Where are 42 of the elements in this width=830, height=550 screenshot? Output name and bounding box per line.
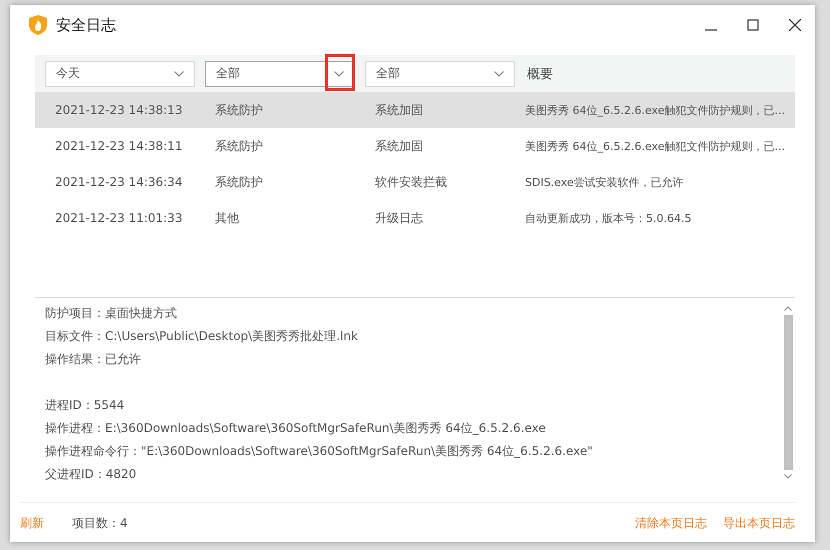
log-row[interactable]: 2021-12-23 14:38:11 系统防护 系统加固 美图秀秀 64位_6.5.2.6.exe触犯文件防护规则，已... xyxy=(35,128,795,164)
scrollbar-thumb[interactable] xyxy=(784,315,792,470)
table-cell-text: 美图秀秀 64位_6.5.2.6.exe触犯文件防护规则，已... xyxy=(525,102,786,118)
log-row[interactable]: 2021-12-23 14:38:13 系统防护 系统加固 美图秀秀 64位_6.5.2.6.exe触犯文件防护规则，已... xyxy=(35,92,795,128)
table-cell-text: 系统加固 xyxy=(375,138,424,154)
table-cell-text: 2021-12-23 11:01:33 xyxy=(54,211,184,225)
table-cell-text: 2021-12-23 14:38:11 xyxy=(54,139,184,153)
close-icon[interactable] xyxy=(789,19,801,31)
highlight-frame xyxy=(325,54,355,91)
filter-dropdown[interactable]: 全部 xyxy=(205,60,355,86)
table-cell-text: 系统防护 xyxy=(215,174,264,190)
table-cell-text: 系统防护 xyxy=(215,102,264,118)
item-count: 项目数：4 xyxy=(72,514,128,532)
table-cell-text: 系统加固 xyxy=(375,102,424,118)
table-cell-text: 美图秀秀 64位_6.5.2.6.exe触犯文件防护规则，已... xyxy=(525,138,786,154)
scroll-up-icon[interactable] xyxy=(784,306,792,311)
log-row[interactable]: 2021-12-23 14:36:34 系统防护 软件安装拦截 SDIS.exe尝试安装软件，已允许 xyxy=(35,164,795,200)
table-cell-text: 自动更新成功，版本号：5.0.64.5 xyxy=(525,210,692,226)
detail-line: 防护项目：桌面快捷方式 xyxy=(45,305,178,322)
detail-line: 进程ID：5544 xyxy=(45,397,126,414)
detail-line: 操作结果：已允许 xyxy=(45,351,142,368)
scroll-down-icon[interactable] xyxy=(784,474,792,479)
chevron-down-icon xyxy=(174,70,184,76)
detail-line: 操作进程：E:\360Downloads\Software\360SoftMgrSafeRun\美图秀秀 64位_6.5.2.6.exe xyxy=(45,420,547,437)
table-cell-text: 系统防护 xyxy=(215,138,264,154)
filter-dropdown[interactable]: 全部 xyxy=(365,60,515,86)
table-cell-text: 2021-12-23 14:36:34 xyxy=(54,175,184,189)
table-cell-text: SDIS.exe尝试安装软件，已允许 xyxy=(525,174,685,190)
table-cell-text: 升级日志 xyxy=(375,210,424,226)
chevron-down-icon xyxy=(334,70,344,76)
column-header: 概要 xyxy=(527,66,553,82)
table-cell-text: 2021-12-23 14:38:13 xyxy=(54,103,184,117)
detail-line: 操作进程命令行："E:\360Downloads\Software\360SoftMgrSafeRun\美图秀秀 64位_6.5.2.6.exe" xyxy=(45,443,594,460)
table-cell-text: 软件安装拦截 xyxy=(375,174,448,190)
maximize-icon[interactable] xyxy=(747,19,759,31)
window-title: 安全日志 xyxy=(56,16,116,34)
detail-line: 目标文件：C:\Users\Public\Desktop\美图秀秀批处理.lnk xyxy=(45,328,359,345)
chevron-down-icon xyxy=(494,70,504,76)
log-row[interactable]: 2021-12-23 11:01:33 其他 升级日志 自动更新成功，版本号：5.0.64.5 xyxy=(35,200,795,236)
table-cell-text: 其他 xyxy=(215,210,240,226)
detail-line: 父进程ID：4820 xyxy=(45,466,138,483)
filter-dropdown[interactable]: 今天 xyxy=(45,60,195,86)
